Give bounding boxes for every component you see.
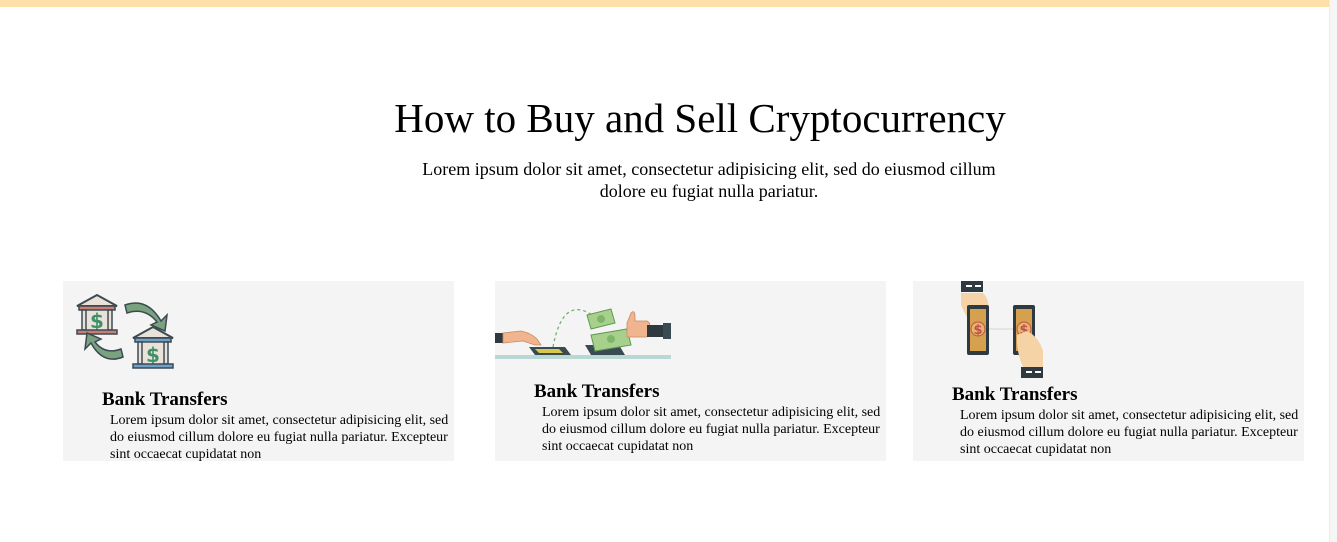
feature-card-bank-transfers-1: $ $ Bank Transfers Lorem ipsum dolor sit… [63, 281, 454, 461]
mobile-payment-icon [495, 299, 673, 363]
card-title: Bank Transfers [952, 384, 1078, 405]
section-title: How to Buy and Sell Cryptocurrency [394, 95, 1006, 141]
section-subtitle: Lorem ipsum dolor sit amet, consectetur … [422, 159, 996, 201]
card-description: Lorem ipsum dolor sit amet, consectetur … [110, 413, 449, 461]
card-description: Lorem ipsum dolor sit amet, consectetur … [542, 405, 881, 454]
top-accent-bar [0, 0, 1337, 7]
svg-text:$: $ [973, 323, 982, 338]
phone-transfer-icon: $ $ [957, 281, 1049, 381]
feature-card-bank-transfers-2: Bank Transfers Lorem ipsum dolor sit ame… [495, 281, 886, 461]
scrollbar-track[interactable] [1329, 0, 1337, 542]
bank-exchange-icon: $ $ [75, 291, 175, 373]
card-title: Bank Transfers [534, 381, 660, 402]
feature-card-bank-transfers-3: $ $ Bank Transfers Lorem ipsum dolor sit… [913, 281, 1304, 461]
card-description: Lorem ipsum dolor sit amet, consectetur … [960, 408, 1299, 457]
card-title: Bank Transfers [102, 389, 228, 410]
